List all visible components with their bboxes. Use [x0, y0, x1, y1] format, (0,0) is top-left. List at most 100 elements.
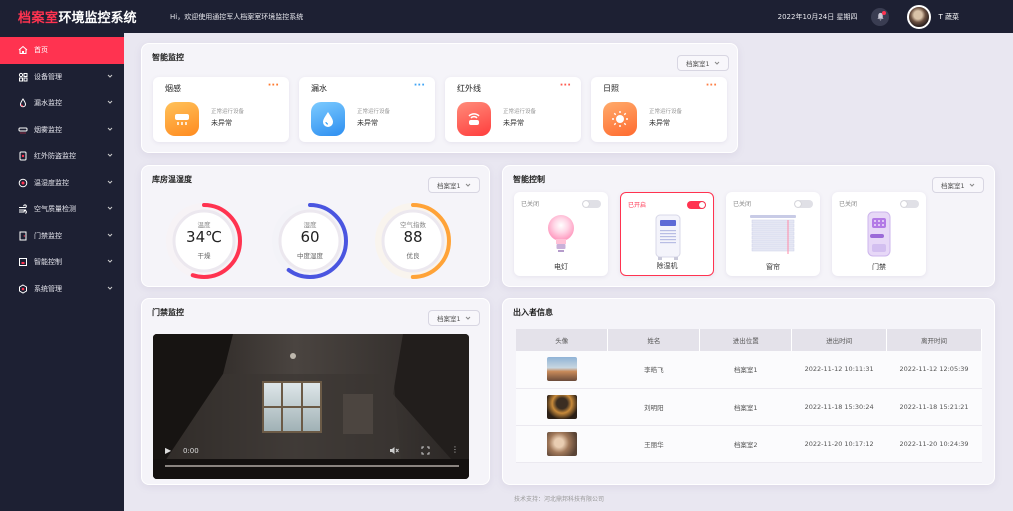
devices-icon: [18, 72, 28, 82]
avatar-cell: [516, 425, 608, 463]
table-row[interactable]: 王丽华 档案室2 2022-11-20 10:17:12 2022-11-20 …: [516, 425, 982, 463]
gauge-desc: 优良: [406, 252, 420, 260]
table-row[interactable]: 刘明阳 档案室1 2022-11-18 15:30:24 2022-11-18 …: [516, 388, 982, 426]
control-status: 已关闭: [521, 201, 540, 208]
gauge-humidity: 湿度 60 中度湿度: [268, 199, 352, 283]
sidebar-item-infrared[interactable]: 红外防盗监控: [0, 143, 124, 170]
toggle-switch[interactable]: [900, 200, 919, 208]
chevron-down-icon: [107, 179, 113, 187]
more-icon[interactable]: ···: [268, 80, 279, 91]
notification-bell-icon[interactable]: [871, 7, 890, 26]
column-header: 进出时间: [791, 329, 888, 351]
room-select[interactable]: 档案室1: [932, 177, 984, 193]
visitor-avatar: [546, 357, 577, 382]
user-avatar[interactable]: [907, 4, 932, 29]
sidebar-item-smoke[interactable]: 烟雾监控: [0, 117, 124, 144]
more-icon[interactable]: ···: [706, 80, 717, 91]
visitor-out-time: 2022-11-18 15:21:21: [886, 388, 982, 426]
visitor-name: 王丽华: [607, 425, 700, 463]
chevron-down-icon: [107, 258, 113, 266]
table-row[interactable]: 李皓飞 档案室1 2022-11-12 10:11:31 2022-11-12 …: [516, 351, 982, 389]
play-icon[interactable]: ▶: [165, 446, 171, 455]
app-title-part1: 档案室: [18, 11, 59, 26]
panel-title: 智能控制: [513, 175, 545, 184]
visitor-location: 档案室1: [699, 388, 792, 426]
more-icon[interactable]: ···: [414, 80, 425, 91]
sidebar-item-system[interactable]: 系统管理: [0, 276, 124, 303]
visitor-in-time: 2022-11-12 10:11:31: [791, 351, 887, 389]
smart-control-panel: 智能控制 档案室1 已关闭 电灯 已开启 除湿机 已关闭 窗帘 已关闭 门禁: [502, 165, 995, 287]
video-progress-bar[interactable]: [165, 465, 459, 467]
room-select[interactable]: 档案室1: [428, 310, 480, 326]
water-drop-icon: [18, 98, 28, 108]
user-name[interactable]: T 蔬菜: [938, 12, 959, 22]
chevron-down-icon: [107, 152, 113, 160]
panel-title: 库房温湿度: [152, 175, 192, 184]
monitor-card-smoke[interactable]: 烟感 ··· 正常运行设备 未异常: [153, 77, 289, 142]
chevron-down-icon: [465, 183, 470, 187]
monitor-card-title: 烟感: [165, 84, 181, 93]
avatar-cell: [516, 388, 608, 426]
sidebar-item-water-leak[interactable]: 漏水监控: [0, 90, 124, 117]
sidebar-item-home[interactable]: 首页: [0, 37, 124, 64]
visitors-panel: 出入者信息 头像 姓名 进出位置 进出时间 离开时间 李皓飞 档案室1 2022…: [502, 298, 995, 485]
toggle-switch[interactable]: [582, 200, 601, 208]
temp-humidity-panel: 库房温湿度 档案室1 温度 34℃ 干燥 湿度 60 中度湿度 空气指数 88: [141, 165, 490, 287]
settings-icon: [18, 284, 28, 294]
visitor-name: 李皓飞: [607, 351, 700, 389]
video-frame: [153, 334, 469, 479]
video-time: 0:00: [183, 447, 199, 455]
smart-monitor-panel: 智能监控 档案室1 烟感 ··· 正常运行设备 未异常 漏水 ··· 正常运行设…: [141, 43, 738, 153]
room-select[interactable]: 档案室1: [677, 55, 729, 71]
more-vertical-icon[interactable]: ⋮: [451, 445, 459, 454]
control-name: 窗帘: [766, 263, 780, 271]
monitor-card-infrared[interactable]: 红外线 ··· 正常运行设备 未异常: [445, 77, 581, 142]
curtain-icon: [750, 215, 796, 254]
monitor-card-sunlight[interactable]: 日照 ··· 正常运行设备 未异常: [591, 77, 727, 142]
sidebar-item-temperature[interactable]: 温湿度监控: [0, 170, 124, 197]
app-logo: 档案室 环境监控系统: [0, 7, 170, 26]
room-select-value: 档案室1: [437, 182, 461, 190]
sidebar-item-access[interactable]: 门禁监控: [0, 223, 124, 250]
control-card-door-lock[interactable]: 已关闭 门禁: [832, 192, 926, 276]
chevron-down-icon: [465, 316, 470, 320]
control-card-curtain[interactable]: 已关闭 窗帘: [726, 192, 820, 276]
control-card-dehumidifier[interactable]: 已开启 除湿机: [620, 192, 714, 276]
sidebar-item-air-quality[interactable]: 空气质量检测: [0, 196, 124, 223]
welcome-text: Hi，欢迎使用通控军人档案室环境监控系统: [170, 12, 304, 21]
volume-mute-icon[interactable]: [389, 446, 399, 455]
control-card-light[interactable]: 已关闭 电灯: [514, 192, 608, 276]
top-bar: 档案室 环境监控系统 Hi，欢迎使用通控军人档案室环境监控系统 2022年10月…: [0, 0, 1013, 33]
fullscreen-icon[interactable]: [421, 446, 430, 455]
chevron-down-icon: [107, 99, 113, 107]
sidebar-item-label: 智能控制: [34, 258, 62, 267]
monitor-card-sub: 正常运行设备: [357, 109, 391, 115]
more-icon[interactable]: ···: [560, 80, 571, 91]
door-lock-icon: [867, 211, 891, 257]
visitors-table: 头像 姓名 进出位置 进出时间 离开时间 李皓飞 档案室1 2022-11-12…: [516, 329, 982, 463]
control-name: 电灯: [554, 263, 568, 271]
monitor-card-status: 未异常: [357, 119, 378, 127]
video-player[interactable]: ▶ 0:00 ⋮: [153, 334, 469, 479]
room-select[interactable]: 档案室1: [428, 177, 480, 193]
toggle-switch[interactable]: [794, 200, 813, 208]
toggle-switch[interactable]: [687, 201, 706, 209]
control-status: 已关闭: [733, 201, 752, 208]
panel-title: 智能监控: [152, 53, 184, 62]
panel-title: 出入者信息: [513, 308, 553, 317]
gauge-air-quality: 空气指数 88 优良: [371, 199, 455, 283]
chevron-down-icon: [107, 285, 113, 293]
air-quality-icon: [18, 204, 28, 214]
control-status: 已开启: [628, 202, 647, 209]
infrared-sensor-icon: [457, 102, 491, 136]
chevron-down-icon: [107, 232, 113, 240]
dehumidifier-icon: [655, 214, 681, 260]
sidebar-item-label: 漏水监控: [34, 99, 62, 108]
monitor-card-water[interactable]: 漏水 ··· 正常运行设备 未异常: [299, 77, 435, 142]
control-icon: [18, 257, 28, 267]
sidebar-item-devices[interactable]: 设备管理: [0, 64, 124, 91]
chevron-down-icon: [969, 183, 974, 187]
chevron-down-icon: [714, 61, 719, 65]
sidebar-item-smart-control[interactable]: 智能控制: [0, 249, 124, 276]
gauge-temperature: 温度 34℃ 干燥: [162, 199, 246, 283]
